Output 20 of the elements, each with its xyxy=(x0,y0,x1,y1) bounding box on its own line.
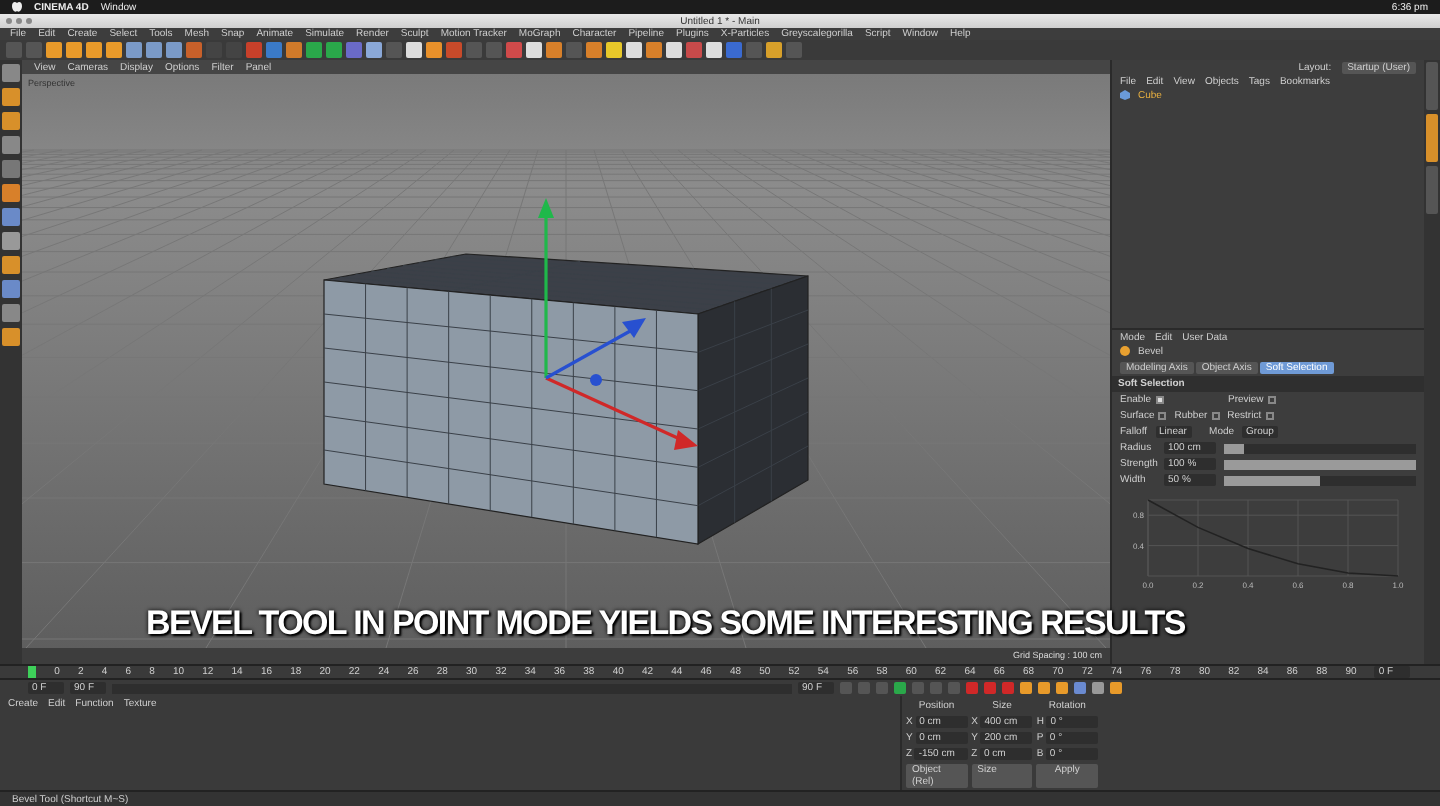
falloff-curve[interactable] xyxy=(1147,499,1399,577)
slider-fill[interactable] xyxy=(1224,459,1416,469)
bevel-tool-icon xyxy=(1120,346,1130,358)
side-tab[interactable] xyxy=(1426,62,1438,110)
slider-fill[interactable] xyxy=(1224,475,1320,485)
checkbox[interactable] xyxy=(1155,396,1164,404)
checkbox[interactable] xyxy=(1211,412,1220,420)
checkbox[interactable] xyxy=(1158,412,1167,420)
side-tab[interactable] xyxy=(1426,166,1438,214)
cube-icon xyxy=(1120,90,1130,102)
slider-fill[interactable] xyxy=(1224,443,1244,453)
side-tab[interactable] xyxy=(1426,114,1438,162)
axis-gizmo-drawing[interactable] xyxy=(538,198,698,450)
checkbox[interactable] xyxy=(1267,396,1276,404)
caption-text: BEVEL TOOL IN POINT MODE YIELDS SOME INTERESTING RESULTS xyxy=(144,602,1187,646)
range-slider-track[interactable] xyxy=(112,683,792,693)
apple-icon[interactable] xyxy=(12,0,22,14)
playhead-icon[interactable] xyxy=(28,666,36,678)
checkbox[interactable] xyxy=(1265,412,1274,420)
cube-drawing[interactable] xyxy=(323,253,809,546)
